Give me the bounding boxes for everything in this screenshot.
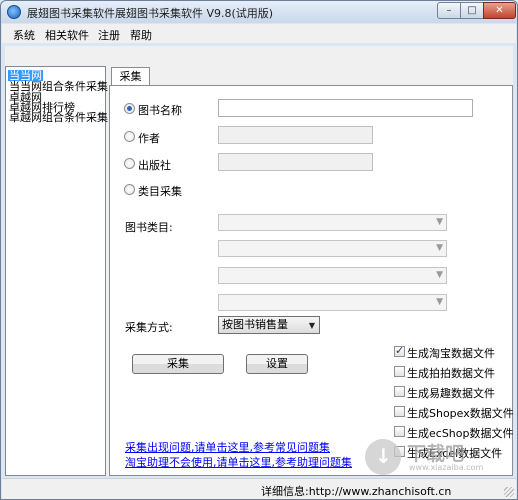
- label-book-category: 图书类目:: [125, 221, 173, 234]
- chevron-down-icon: ▼: [436, 297, 443, 307]
- menu-system[interactable]: 系统: [13, 27, 35, 43]
- status-bar: 详细信息:http://www.zhanchisoft.cn: [2, 478, 516, 499]
- label-book-name: 图书名称: [138, 104, 182, 117]
- maximize-button[interactable]: □: [460, 2, 484, 19]
- window-title: 展翅图书采集软件展翅图书采集软件 V9.8(试用版): [27, 7, 274, 20]
- label-shopex: 生成Shopex数据文件: [407, 407, 514, 420]
- site-tree: 当当网 当当网组合条件采集 卓越网 卓越网排行榜 卓越网组合条件采集: [5, 66, 108, 476]
- publisher-input[interactable]: [218, 153, 373, 171]
- radio-publisher[interactable]: [124, 158, 135, 169]
- watermark-text: 下载吧: [407, 443, 465, 465]
- app-window: 展翅图书采集软件展翅图书采集软件 V9.8(试用版) – □ ✕ 系统 相关软件…: [0, 0, 518, 500]
- collect-method-select[interactable]: 按图书销售量 ▼: [218, 316, 320, 334]
- dropdown-arrow-icon: ▼: [308, 321, 315, 330]
- category-combo-2[interactable]: ▼: [218, 240, 447, 257]
- checkbox-eachnet[interactable]: [394, 386, 405, 397]
- label-eachnet: 生成易趣数据文件: [407, 387, 495, 400]
- close-button[interactable]: ✕: [483, 2, 516, 19]
- status-text: 详细信息:http://www.zhanchisoft.cn: [261, 485, 452, 498]
- label-paipai: 生成拍拍数据文件: [407, 367, 495, 380]
- tree-item-joyo-combo[interactable]: 卓越网组合条件采集: [9, 112, 108, 123]
- watermark-logo: ↓ 下载吧 www.xiazaiba.com: [359, 435, 509, 481]
- category-combo-3[interactable]: ▼: [218, 267, 447, 284]
- assistant-help-link[interactable]: 淘宝助理不会使用,请单击这里,参考助理问题集: [125, 454, 352, 470]
- watermark-url: www.xiazaiba.com: [409, 463, 484, 472]
- minimize-button[interactable]: –: [437, 2, 461, 19]
- resize-grip-icon[interactable]: [504, 487, 514, 497]
- checkbox-taobao[interactable]: [394, 344, 405, 357]
- label-category-collect: 类目采集: [138, 185, 182, 198]
- tab-collect[interactable]: 采集: [111, 67, 150, 86]
- radio-book-name[interactable]: [124, 103, 135, 114]
- collect-method-value: 按图书销售量: [222, 318, 288, 331]
- title-bar[interactable]: 展翅图书采集软件展翅图书采集软件 V9.8(试用版) – □ ✕: [1, 1, 517, 23]
- menu-help[interactable]: 帮助: [130, 27, 152, 43]
- chevron-down-icon: ▼: [436, 243, 443, 253]
- label-taobao: 生成淘宝数据文件: [407, 347, 495, 360]
- checkbox-paipai[interactable]: [394, 366, 405, 377]
- radio-author[interactable]: [124, 131, 135, 142]
- category-combo-1[interactable]: ▼: [218, 214, 447, 231]
- category-combo-4[interactable]: ▼: [218, 294, 447, 311]
- app-logo-icon: [7, 5, 21, 19]
- menu-register[interactable]: 注册: [98, 27, 120, 43]
- radio-category[interactable]: [124, 184, 135, 195]
- download-arrow-icon: ↓: [375, 444, 392, 468]
- menu-related-software[interactable]: 相关软件: [45, 27, 89, 43]
- label-publisher: 出版社: [138, 159, 171, 172]
- collect-button[interactable]: 采集: [132, 354, 224, 374]
- settings-button[interactable]: 设置: [246, 354, 308, 374]
- label-collect-method: 采集方式:: [125, 321, 173, 334]
- chevron-down-icon: ▼: [436, 217, 443, 227]
- chevron-down-icon: ▼: [436, 270, 443, 280]
- checkbox-shopex[interactable]: [394, 406, 405, 417]
- label-author: 作者: [138, 132, 160, 145]
- book-name-input[interactable]: [218, 99, 473, 117]
- menu-bar: 系统 相关软件 注册 帮助: [2, 24, 516, 43]
- author-input[interactable]: [218, 126, 373, 144]
- faq-link[interactable]: 采集出现问题,请单击这里,参考常见问题集: [125, 439, 330, 455]
